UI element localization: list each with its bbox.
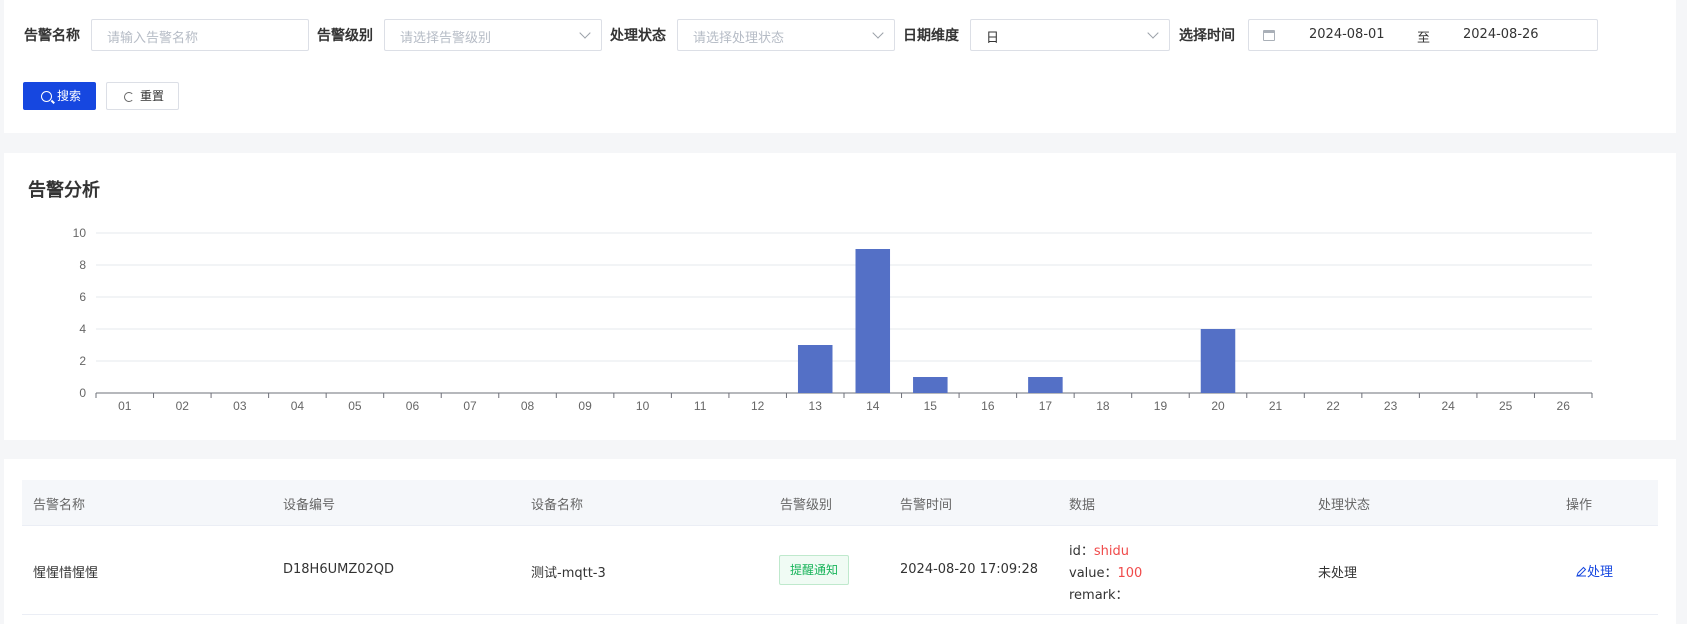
- x-tick-label: 20: [1211, 399, 1225, 413]
- data-value-line: value：100: [1069, 562, 1142, 581]
- alarm-level-badge: 提醒通知: [779, 555, 850, 585]
- alarm-level-label: 告警级别: [317, 28, 373, 44]
- alarm-level-placeholder: 请选择告警级别: [400, 31, 492, 46]
- row-divider: [22, 614, 1658, 615]
- col-header-action: 操作: [1566, 498, 1593, 513]
- start-date[interactable]: 2024-08-01: [1309, 27, 1385, 42]
- data-id-key: id：: [1069, 544, 1094, 559]
- alarm-level-select[interactable]: 请选择告警级别: [384, 19, 602, 51]
- bar: [1200, 329, 1236, 393]
- x-tick-label: 21: [1269, 399, 1283, 413]
- x-tick-label: 10: [636, 399, 650, 413]
- data-id-value: shidu: [1093, 544, 1129, 559]
- col-header-status: 处理状态: [1318, 498, 1371, 513]
- alarm-table: 告警名称 设备编号 设备名称 告警级别 告警时间 数据 处理状态 操作 惺惺惜惺…: [4, 459, 1676, 624]
- y-tick-label: 8: [79, 258, 86, 272]
- x-tick-label: 06: [406, 399, 420, 413]
- filter-panel: 告警名称 请输入告警名称 告警级别 请选择告警级别 处理状态 请选择处理状态 日…: [4, 0, 1676, 133]
- x-tick-label: 05: [348, 399, 362, 413]
- col-header-device-no: 设备编号: [283, 498, 336, 513]
- date-dim-label: 日期维度: [903, 28, 959, 44]
- date-dim-select[interactable]: 日: [970, 19, 1170, 51]
- col-header-alarm-time: 告警时间: [900, 498, 953, 513]
- search-button-label: 搜索: [57, 89, 82, 103]
- y-tick-label: 10: [73, 226, 87, 240]
- edit-icon: [1576, 566, 1587, 577]
- x-tick-label: 19: [1154, 399, 1168, 413]
- cell-alarm-time: 2024-08-20 17:09:28: [900, 562, 1039, 577]
- cell-status: 未处理: [1318, 566, 1358, 581]
- cell-device-no: D18H6UMZ02QD: [283, 562, 395, 577]
- x-tick-label: 26: [1557, 399, 1571, 413]
- x-tick-label: 24: [1441, 399, 1455, 413]
- time-range-label: 选择时间: [1179, 28, 1235, 44]
- x-tick-label: 07: [463, 399, 477, 413]
- calendar-icon: [1263, 30, 1275, 41]
- bar: [855, 249, 891, 393]
- y-tick-label: 0: [79, 386, 86, 400]
- x-tick-label: 17: [1039, 399, 1053, 413]
- y-tick-label: 6: [79, 290, 86, 304]
- alarm-name-input[interactable]: 请输入告警名称: [91, 19, 309, 51]
- status-placeholder: 请选择处理状态: [693, 31, 785, 46]
- search-icon: [41, 91, 52, 102]
- bar: [913, 377, 948, 393]
- chevron-down-icon: [1147, 27, 1159, 39]
- refresh-icon: [124, 92, 134, 102]
- reset-button[interactable]: 重置: [106, 82, 179, 110]
- alarm-bar-chart: 024681001 02 03 04 05 06 07 08 09 10 11 12 13 14 15 16 1…: [73, 226, 1593, 413]
- x-tick-label: 25: [1499, 399, 1513, 413]
- bar: [797, 345, 833, 393]
- chevron-down-icon: [872, 27, 884, 39]
- handle-link[interactable]: 处理: [1576, 561, 1613, 580]
- col-header-alarm-level: 告警级别: [780, 498, 833, 513]
- reset-button-label: 重置: [140, 89, 165, 103]
- x-tick-label: 11: [694, 399, 707, 413]
- col-header-alarm-name: 告警名称: [33, 498, 86, 513]
- data-remark-key: remark：: [1069, 588, 1129, 603]
- col-header-data: 数据: [1069, 498, 1096, 513]
- date-dim-value: 日: [986, 31, 1000, 46]
- data-id-line: id：shidu: [1069, 540, 1129, 559]
- search-button[interactable]: 搜索: [23, 82, 96, 110]
- alarm-name-placeholder: 请输入告警名称: [107, 31, 199, 46]
- x-tick-label: 14: [866, 399, 880, 413]
- data-value-value: 100: [1117, 566, 1143, 581]
- x-tick-label: 12: [751, 399, 765, 413]
- x-tick-label: 15: [924, 399, 938, 413]
- x-tick-label: 03: [233, 399, 247, 413]
- range-separator: 至: [1417, 31, 1431, 46]
- x-tick-label: 04: [291, 399, 305, 413]
- handle-link-label: 处理: [1587, 565, 1614, 580]
- status-select[interactable]: 请选择处理状态: [677, 19, 895, 51]
- x-tick-label: 18: [1096, 399, 1110, 413]
- x-tick-label: 16: [981, 399, 995, 413]
- col-header-device-name: 设备名称: [531, 498, 584, 513]
- data-value-key: value：: [1069, 566, 1118, 581]
- cell-device-name: 测试-mqtt-3: [531, 566, 606, 581]
- status-label: 处理状态: [610, 28, 666, 44]
- x-tick-label: 13: [809, 399, 823, 413]
- chevron-down-icon: [579, 27, 591, 39]
- x-tick-label: 09: [578, 399, 592, 413]
- end-date[interactable]: 2024-08-26: [1463, 27, 1539, 42]
- chart-panel: 告警分析 0 2 4 6 8 10 01 02 03 04 05 06 07 08 09 10 11 12 13 14…: [4, 153, 1676, 440]
- table-header: [22, 480, 1658, 526]
- cell-alarm-name: 惺惺惜惺惺: [33, 566, 99, 581]
- x-tick-label: 02: [176, 399, 190, 413]
- x-tick-label: 01: [118, 399, 132, 413]
- x-tick-label: 22: [1326, 399, 1340, 413]
- y-tick-label: 4: [79, 322, 86, 336]
- x-tick-label: 23: [1384, 399, 1398, 413]
- bar: [1028, 377, 1063, 393]
- x-tick-label: 08: [521, 399, 535, 413]
- y-tick-label: 2: [79, 354, 86, 368]
- alarm-name-label: 告警名称: [24, 28, 80, 44]
- time-range-picker[interactable]: 2024-08-01 至 2024-08-26: [1248, 19, 1598, 51]
